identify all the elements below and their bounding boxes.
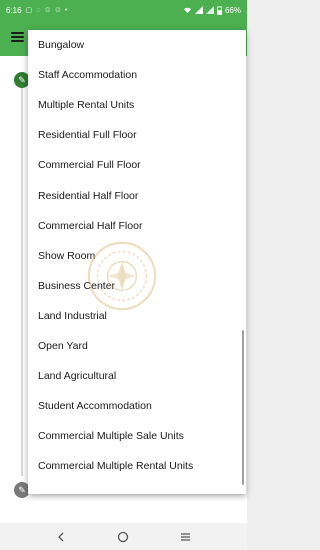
recycle-icon: ♲ [54,7,61,14]
status-right: 66% [183,6,241,15]
system-nav-bar [0,523,247,550]
dropdown-item-open-yard[interactable]: Open Yard [28,331,246,361]
signal-icon [194,6,203,14]
dropdown-item-residential-half-floor[interactable]: Residential Half Floor [28,180,246,210]
dropdown-item-multiple-rental-units[interactable]: Multiple Rental Units [28,90,246,120]
dropdown-item-commercial-full-floor[interactable]: Commercial Full Floor [28,150,246,180]
signal-icon [205,6,214,14]
wifi-icon [183,7,192,14]
dropdown-item-commercial-multiple-rental-units[interactable]: Commercial Multiple Rental Units [28,451,246,481]
battery-icon [216,6,222,15]
dropdown-item-show-room[interactable]: Show Room [28,241,246,271]
property-type-dropdown[interactable]: Bungalow Staff Accommodation Multiple Re… [28,30,246,494]
menu-icon[interactable] [11,32,24,42]
dropdown-scrollbar[interactable] [242,330,244,485]
battery-level: 66% [224,5,241,15]
dropdown-item-commercial-half-floor[interactable]: Commercial Half Floor [28,211,246,241]
dropdown-item-land-industrial[interactable]: Land Industrial [28,301,246,331]
status-time: 6:16 [6,5,22,15]
home-icon[interactable] [113,527,133,547]
dropdown-item-bungalow[interactable]: Bungalow [28,30,246,60]
sync-icon: ◌ [36,6,41,14]
dropdown-item-student-accommodation[interactable]: Student Accommodation [28,391,246,421]
status-left: 6:16 ▢ ◌ ♲ ♲ • [6,6,67,15]
dropdown-item-business-center[interactable]: Business Center [28,271,246,301]
dot-icon: • [64,6,68,14]
recents-icon[interactable] [176,527,196,547]
dropdown-item-commercial-multiple-sale-units[interactable]: Commercial Multiple Sale Units [28,421,246,451]
status-bar: 6:16 ▢ ◌ ♲ ♲ • 66% [0,0,247,20]
dropdown-item-land-agricultural[interactable]: Land Agricultural [28,361,246,391]
back-icon[interactable] [51,527,71,547]
dropdown-item-staff-accommodation[interactable]: Staff Accommodation [28,60,246,90]
recycle-icon: ♲ [44,7,51,14]
dropdown-item-residential-full-floor[interactable]: Residential Full Floor [28,120,246,150]
timeline-rail [21,86,23,476]
notification-icon: ▢ [25,7,33,14]
